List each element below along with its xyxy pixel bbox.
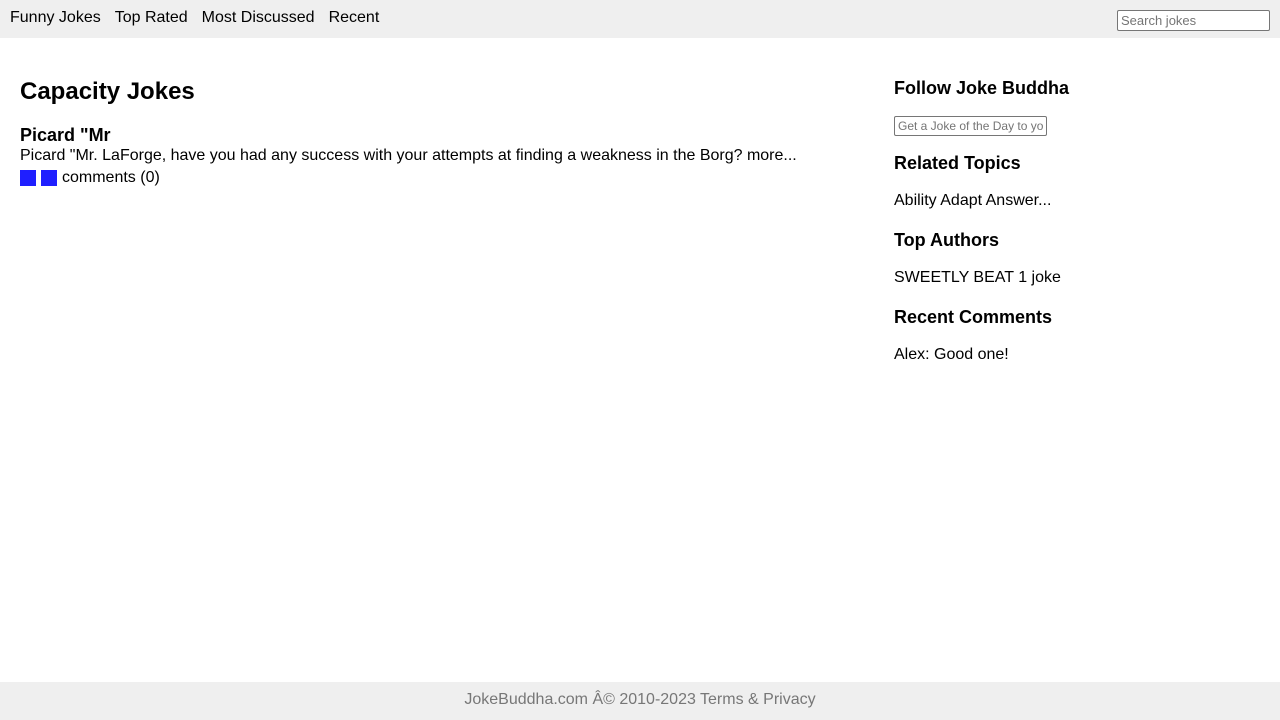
footer-text: JokeBuddha.com Â© 2010-2023 Terms & Priv… — [464, 691, 816, 708]
top-authors-heading: Top Authors — [894, 230, 999, 250]
joke-text: Picard "Mr. LaForge, have you had any su… — [20, 147, 797, 164]
follow-heading: Follow Joke Buddha — [894, 78, 1070, 98]
vote-up-icon[interactable] — [20, 170, 36, 186]
comments-link[interactable]: comments (0) — [62, 169, 160, 187]
nav-item-recent[interactable]: Recent — [329, 8, 380, 28]
joke-title[interactable]: Picard "Mr — [20, 125, 850, 145]
related-topics-list[interactable]: Ability Adapt Answer... — [894, 191, 1264, 211]
page-title: Capacity Jokes — [20, 78, 195, 105]
recent-comments-heading: Recent Comments — [894, 307, 1053, 327]
joke-item: Picard "Mr Picard "Mr. LaForge, have you… — [20, 125, 850, 189]
footer: JokeBuddha.com Â© 2010-2023 Terms & Priv… — [0, 682, 1280, 720]
nav-item-funny-jokes[interactable]: Funny Jokes — [10, 8, 101, 28]
joke-of-day-email-field[interactable] — [894, 116, 1047, 136]
search-input[interactable] — [1117, 10, 1270, 31]
top-navigation-bar: Funny Jokes Top Rated Most Discussed Rec… — [0, 0, 1280, 38]
recent-comments-list: Alex: Good one! — [894, 346, 1009, 363]
main-content: Capacity Jokes Picard "Mr Picard "Mr. La… — [20, 60, 850, 189]
nav-item-most-discussed[interactable]: Most Discussed — [202, 8, 315, 28]
vote-down-icon[interactable] — [41, 170, 57, 186]
nav-item-top-rated[interactable]: Top Rated — [115, 8, 188, 28]
nav-menu: Funny Jokes Top Rated Most Discussed Rec… — [10, 8, 379, 28]
top-authors-list[interactable]: SWEETLY BEAT 1 joke — [894, 268, 1264, 288]
joke-meta: comments (0) — [20, 167, 850, 189]
related-topics-heading: Related Topics — [894, 153, 1021, 173]
sidebar: Follow Joke Buddha Related Topics Abilit… — [894, 60, 1264, 365]
